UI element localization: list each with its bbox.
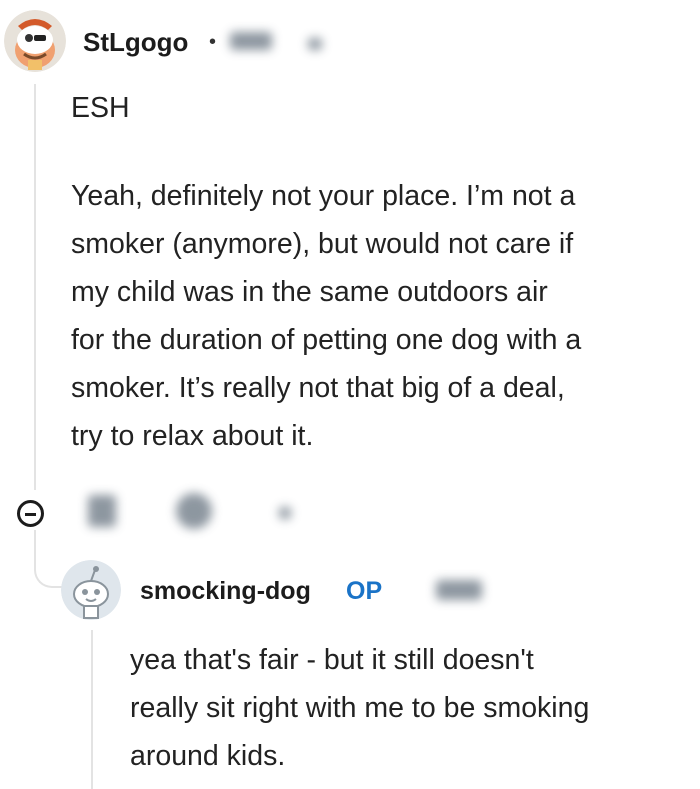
- redacted-reply-timestamp: [436, 580, 482, 600]
- meta-separator: •: [209, 31, 217, 53]
- comment-verdict: ESH: [71, 92, 130, 124]
- collapse-thread-icon[interactable]: [17, 500, 44, 527]
- reply-username[interactable]: smocking-dog: [140, 577, 311, 606]
- redacted-award: [308, 38, 322, 50]
- comment-body: Yeah, definitely not your place. I’m not…: [71, 180, 582, 452]
- redacted-timestamp: [230, 32, 272, 50]
- redacted-reply-action[interactable]: [88, 495, 116, 527]
- reply-user-avatar[interactable]: [61, 560, 121, 620]
- op-badge: OP: [346, 577, 383, 605]
- snoo-avatar-icon: [61, 560, 121, 620]
- comment-username[interactable]: StLgogo: [83, 27, 188, 58]
- reply-body: yea that's fair - but it still doesn't r…: [130, 644, 590, 772]
- redacted-more-action[interactable]: [279, 507, 291, 519]
- redacted-vote-action[interactable]: [176, 493, 212, 529]
- comment-thread-line: [34, 84, 36, 490]
- snoo-avatar-icon: [4, 10, 66, 72]
- user-avatar[interactable]: [4, 10, 66, 72]
- reply-thread-line: [91, 630, 93, 789]
